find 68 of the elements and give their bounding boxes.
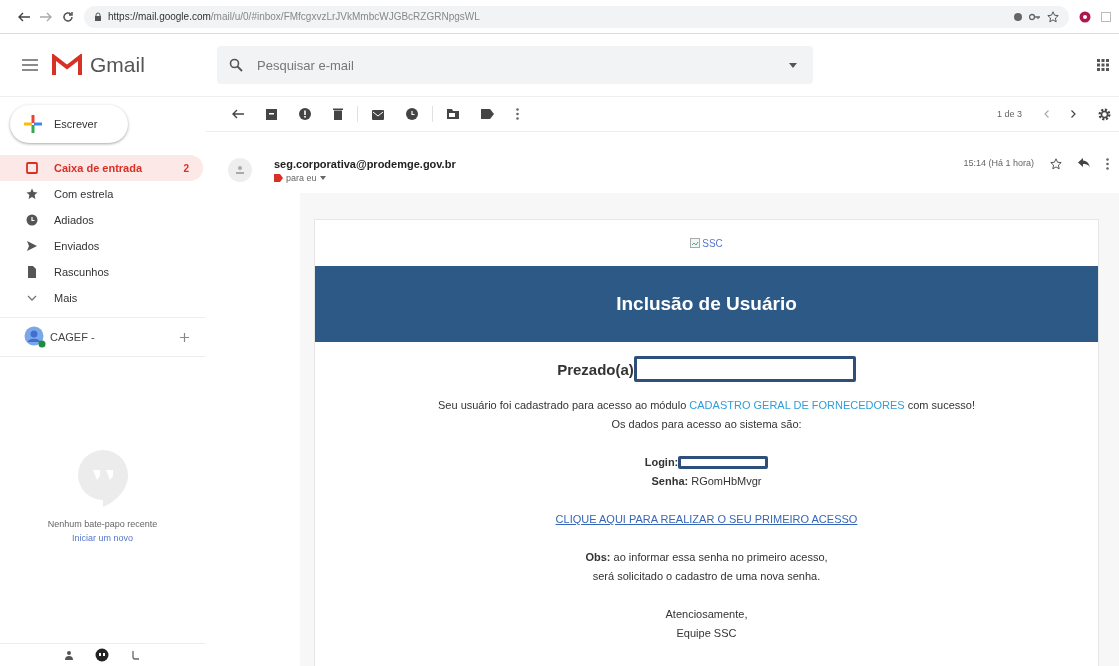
empty-chat-text: Nenhum bate-papo recente xyxy=(47,519,158,529)
closing-text: Atenciosamente, xyxy=(665,607,748,622)
folder-item[interactable]: Rascunhos xyxy=(0,259,203,285)
lock-icon xyxy=(94,12,102,21)
caret-icon[interactable] xyxy=(789,62,797,68)
mail-logo-icon xyxy=(52,54,82,76)
search-input[interactable]: Pesquisar e-mail xyxy=(255,56,777,74)
app-name: Gmail xyxy=(90,53,145,77)
star-icon[interactable] xyxy=(1050,158,1062,170)
alert-icon[interactable] xyxy=(299,108,311,120)
note-text: Obs: ao informar essa senha no primeiro acesso, xyxy=(585,550,828,565)
title-banner: Inclusão de Usuário xyxy=(315,266,1098,342)
recipient-dropdown[interactable]: para eu xyxy=(286,173,317,183)
pager-text: 1 de 3 xyxy=(996,109,1022,119)
plus-icon xyxy=(22,113,44,135)
inbox-icon xyxy=(26,162,38,174)
message-time: 15:14 (Há 1 hora) xyxy=(963,158,1034,168)
reply-icon[interactable] xyxy=(1078,158,1090,168)
envelope-icon[interactable] xyxy=(372,108,384,120)
more-icon[interactable] xyxy=(1106,158,1109,170)
folder-item[interactable]: Adiados xyxy=(0,207,203,233)
back-icon[interactable] xyxy=(18,11,30,22)
more-icon[interactable] xyxy=(516,108,519,120)
menu-icon[interactable] xyxy=(22,59,38,71)
start-chat-link[interactable]: Iniciar um novo xyxy=(72,533,133,543)
note-text: será solicitado o cadastro de uma nova senha. xyxy=(592,569,821,584)
back-icon[interactable] xyxy=(232,109,244,119)
apps-grid-icon[interactable] xyxy=(1097,59,1109,71)
importance-icon xyxy=(274,174,283,182)
clock-icon xyxy=(26,214,38,226)
plus-icon[interactable] xyxy=(180,332,189,342)
folder-item[interactable]: Com estrela xyxy=(0,181,203,207)
folder-item[interactable]: Caixa de entrada 2 xyxy=(0,155,203,181)
person-icon[interactable] xyxy=(64,650,73,660)
login-label: Login: xyxy=(644,455,679,470)
broken-image-icon xyxy=(690,238,701,248)
intro-text: Seu usuário foi cadastrado para acesso ao módulo CADASTRO GERAL DE FORNECEDORES com sucesso! xyxy=(438,398,975,413)
sender-address: seg.corporativa@prodemge.gov.br xyxy=(274,158,456,170)
folder-icon[interactable] xyxy=(447,109,459,119)
star-icon xyxy=(26,188,38,200)
first-access-link[interactable]: CLIQUE AQUI PARA REALIZAR O SEU PRIMEIRO ACESSO xyxy=(555,513,858,525)
settings-icon[interactable] xyxy=(1098,107,1111,121)
account-name[interactable]: CAGEF - xyxy=(50,331,95,343)
next-icon[interactable] xyxy=(1071,110,1076,118)
address-bar[interactable]: https://mail.google.com/mail/u/0/#inbox/FMfcgxvzLrJVkMmbcWJGBcRZGRNpgsWL xyxy=(84,5,1069,28)
folder-item[interactable]: Enviados xyxy=(0,233,203,259)
document-icon xyxy=(26,266,38,278)
avatar-icon xyxy=(24,326,46,348)
intro-text: Os dados para acesso ao sistema são: xyxy=(611,417,802,432)
star-icon[interactable] xyxy=(1047,10,1059,23)
sender-avatar-icon xyxy=(228,158,252,182)
password-text: Senha: RGomHbMvgr xyxy=(651,474,762,489)
label-icon[interactable] xyxy=(481,109,494,119)
search-icon[interactable] xyxy=(229,58,243,72)
greeting-text: Prezado(a) xyxy=(557,359,634,379)
trash-icon[interactable] xyxy=(333,108,343,120)
clock-icon[interactable] xyxy=(406,108,418,120)
search-field[interactable]: Pesquisar e-mail xyxy=(217,46,813,84)
caret-icon[interactable] xyxy=(319,176,326,180)
chat-icon[interactable] xyxy=(94,648,109,662)
archive-icon[interactable] xyxy=(266,108,277,120)
compose-button[interactable]: Escrever xyxy=(10,105,128,143)
image-alt-text: SSC xyxy=(702,237,723,249)
signature-text: Equipe SSC xyxy=(676,626,737,641)
key-icon[interactable] xyxy=(1029,12,1041,21)
send-icon xyxy=(26,240,38,252)
reload-icon[interactable] xyxy=(62,10,74,23)
folder-item[interactable]: Mais xyxy=(0,285,203,311)
